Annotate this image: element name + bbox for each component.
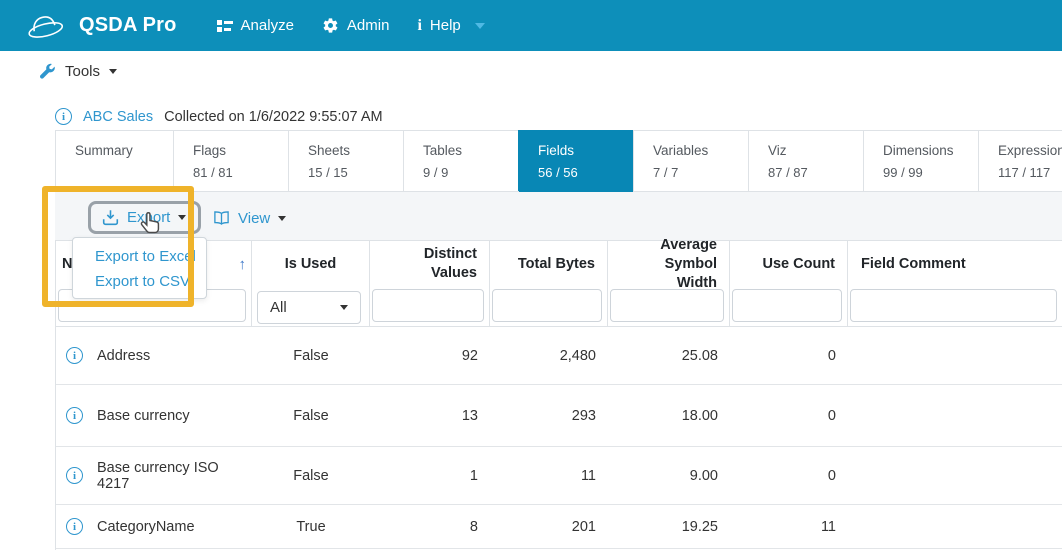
field-comment-value bbox=[848, 327, 1062, 384]
collected-timestamp: Collected on 1/6/2022 9:55:07 AM bbox=[164, 108, 383, 125]
table-row: i Base currency False 13 293 18.00 0 bbox=[56, 385, 1062, 447]
distinct-values-filter-input[interactable] bbox=[372, 289, 484, 322]
document-info: i ABC Sales Collected on 1/6/2022 9:55:0… bbox=[55, 108, 383, 125]
use-count-value: 0 bbox=[827, 467, 836, 484]
view-button-label: View bbox=[238, 209, 271, 227]
use-count-value: 0 bbox=[827, 407, 836, 424]
total-bytes-value: 293 bbox=[571, 407, 596, 424]
avg-symbol-width-value: 18.00 bbox=[681, 407, 718, 424]
table-body: i Address False 92 2,480 25.08 0 i Base … bbox=[56, 327, 1062, 549]
nav-analyze-label: Analyze bbox=[240, 17, 294, 34]
chevron-down-icon bbox=[278, 215, 287, 221]
tab-dimensions[interactable]: Dimensions 99 / 99 bbox=[863, 130, 978, 191]
menu-item-export-to-excel[interactable]: Export to Excel bbox=[73, 244, 206, 269]
qsda-pro-window: QSDA Pro Analyze Admin i Help Tools i AB… bbox=[0, 0, 1062, 550]
tab-summary[interactable]: Summary bbox=[55, 130, 173, 191]
sort-ascending-icon[interactable]: ↑ bbox=[239, 255, 247, 274]
tab-variables[interactable]: Variables 7 / 7 bbox=[633, 130, 748, 191]
nav-help[interactable]: i Help bbox=[417, 16, 485, 35]
tab-tables[interactable]: Tables 9 / 9 bbox=[403, 130, 518, 191]
total-bytes-value: 201 bbox=[571, 518, 596, 535]
row-info-icon[interactable]: i bbox=[66, 518, 83, 535]
export-download-icon bbox=[102, 209, 119, 226]
field-name: Base currency bbox=[97, 407, 190, 424]
tab-sheets[interactable]: Sheets 15 / 15 bbox=[288, 130, 403, 191]
tab-expressions[interactable]: Expressions 117 / 117 bbox=[978, 130, 1062, 191]
column-field-comment[interactable]: Field Comment bbox=[848, 241, 1062, 326]
distinct-values-value: 13 bbox=[461, 407, 478, 424]
is-used-value: True bbox=[296, 518, 326, 535]
distinct-values-value: 92 bbox=[461, 347, 478, 364]
info-i-icon: i bbox=[417, 16, 422, 34]
column-distinct-values[interactable]: Distinct Values bbox=[370, 241, 490, 326]
qsda-hat-logo bbox=[24, 11, 66, 41]
tab-flags[interactable]: Flags 81 / 81 bbox=[173, 130, 288, 191]
table-row: i Address False 92 2,480 25.08 0 bbox=[56, 327, 1062, 385]
gear-icon bbox=[322, 17, 339, 34]
document-link[interactable]: ABC Sales bbox=[83, 109, 153, 125]
tab-fields[interactable]: Fields 56 / 56 bbox=[518, 130, 633, 192]
row-info-icon[interactable]: i bbox=[66, 467, 83, 484]
tools-label: Tools bbox=[65, 62, 101, 80]
total-bytes-value: 2,480 bbox=[559, 347, 596, 364]
chevron-down-icon bbox=[340, 305, 348, 310]
distinct-values-value: 8 bbox=[469, 518, 478, 535]
field-name: Base currency ISO 4217 bbox=[97, 459, 219, 492]
table-toolbar bbox=[55, 192, 1062, 240]
wrench-icon bbox=[38, 62, 56, 80]
chevron-down-icon bbox=[474, 22, 485, 29]
column-is-used[interactable]: Is Used All bbox=[252, 241, 370, 326]
use-count-value: 11 bbox=[820, 518, 836, 535]
export-dropdown-menu: Export to Excel Export to CSV bbox=[72, 237, 207, 299]
nav-help-label: Help bbox=[429, 17, 461, 34]
chevron-down-icon bbox=[109, 68, 118, 74]
field-comment-value bbox=[848, 505, 1062, 548]
total-bytes-filter-input[interactable] bbox=[492, 289, 602, 322]
avg-symbol-width-filter-input[interactable] bbox=[610, 289, 724, 322]
avg-symbol-width-value: 9.00 bbox=[689, 467, 718, 484]
column-total-bytes[interactable]: Total Bytes bbox=[490, 241, 608, 326]
is-used-value: False bbox=[293, 467, 329, 484]
table-row: i CategoryName True 8 201 19.25 11 bbox=[56, 505, 1062, 549]
row-info-icon[interactable]: i bbox=[66, 407, 83, 424]
is-used-value: False bbox=[293, 347, 329, 364]
info-circle-icon[interactable]: i bbox=[55, 108, 72, 125]
section-tabs: Summary Flags 81 / 81 Sheets 15 / 15 Tab… bbox=[55, 130, 1062, 192]
table-row: i Base currency ISO 4217 False 1 11 9.00… bbox=[56, 447, 1062, 505]
is-used-filter-select[interactable]: All bbox=[257, 291, 361, 324]
is-used-filter-value: All bbox=[270, 299, 287, 316]
total-bytes-value: 11 bbox=[580, 467, 596, 484]
use-count-filter-input[interactable] bbox=[732, 289, 842, 322]
column-use-count[interactable]: Use Count bbox=[730, 241, 848, 326]
app-title: QSDA Pro bbox=[79, 14, 177, 36]
field-name: Address bbox=[97, 347, 151, 364]
menu-item-export-to-csv[interactable]: Export to CSV bbox=[73, 269, 206, 294]
avg-symbol-width-value: 25.08 bbox=[681, 347, 718, 364]
column-average-symbol-width[interactable]: Average Symbol Width bbox=[608, 237, 730, 326]
tab-viz[interactable]: Viz 87 / 87 bbox=[748, 130, 863, 191]
avg-symbol-width-value: 19.25 bbox=[681, 518, 718, 535]
analyze-list-icon bbox=[216, 19, 233, 33]
row-info-icon[interactable]: i bbox=[66, 347, 83, 364]
field-comment-value bbox=[848, 447, 1062, 504]
nav-analyze[interactable]: Analyze bbox=[216, 17, 294, 34]
field-name: CategoryName bbox=[97, 518, 195, 535]
chevron-down-icon bbox=[178, 215, 187, 220]
field-comment-value bbox=[848, 385, 1062, 446]
tools-dropdown[interactable]: Tools bbox=[38, 62, 118, 80]
view-button[interactable]: View bbox=[213, 206, 287, 230]
distinct-values-value: 1 bbox=[469, 467, 478, 484]
view-columns-icon bbox=[213, 210, 230, 226]
top-navbar: QSDA Pro Analyze Admin i Help bbox=[0, 0, 1062, 51]
use-count-value: 0 bbox=[827, 347, 836, 364]
nav-admin[interactable]: Admin bbox=[322, 17, 390, 34]
is-used-value: False bbox=[293, 407, 329, 424]
nav-admin-label: Admin bbox=[346, 17, 390, 34]
mouse-cursor-hand bbox=[138, 211, 165, 240]
field-comment-filter-input[interactable] bbox=[850, 289, 1057, 322]
